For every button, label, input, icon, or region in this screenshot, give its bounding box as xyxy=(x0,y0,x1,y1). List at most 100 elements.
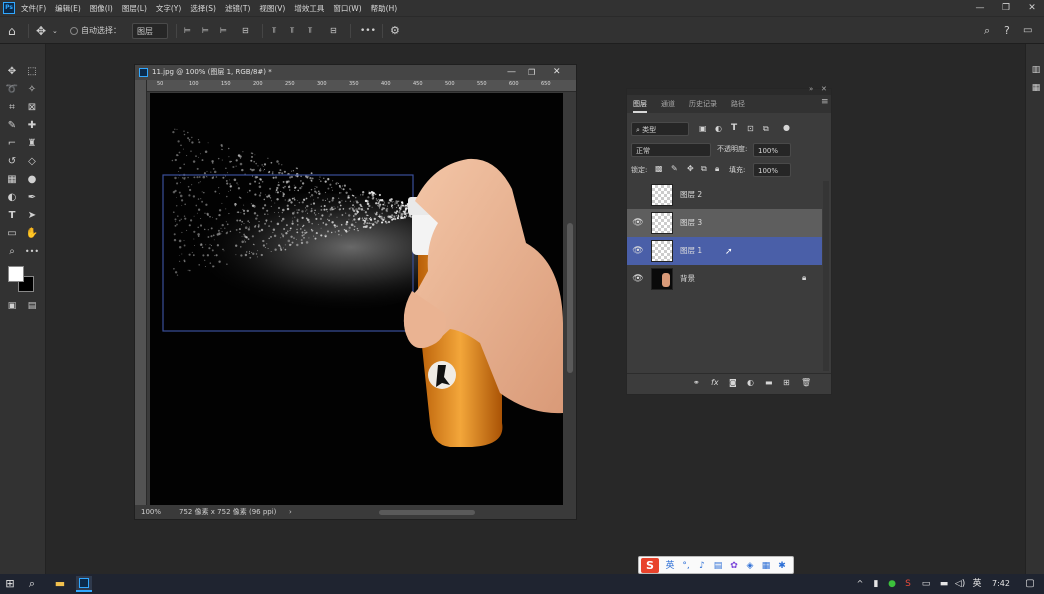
menu-select[interactable]: 选择(S) xyxy=(190,3,216,14)
fill-input[interactable]: 100% xyxy=(753,163,791,177)
panel-icon[interactable]: ▥ xyxy=(1028,62,1044,78)
menu-plugins[interactable]: 增效工具 xyxy=(294,3,324,14)
filter-adjust-icon[interactable]: ◐ xyxy=(715,124,722,133)
rectangle-tool-icon[interactable]: ▭ xyxy=(4,226,20,242)
punctuation-icon[interactable]: °, xyxy=(681,559,691,573)
frame-tool-icon[interactable]: ⊠ xyxy=(24,100,40,116)
doc-minimize-button[interactable]: — xyxy=(507,65,516,80)
visibility-toggle-off[interactable] xyxy=(632,189,644,201)
ime-logo-icon[interactable]: S xyxy=(641,558,659,573)
eye-icon[interactable]: 👁︎ xyxy=(632,245,644,257)
skin-icon[interactable]: ✿ xyxy=(729,559,739,573)
clock[interactable]: 7:42 xyxy=(988,576,1014,592)
ruler-vertical[interactable] xyxy=(135,80,147,505)
vertical-scrollbar[interactable] xyxy=(565,93,575,505)
layer-row[interactable]: 图层 2 xyxy=(627,181,822,209)
horizontal-scrollbar[interactable] xyxy=(379,510,475,515)
opacity-input[interactable]: 100% xyxy=(753,143,791,157)
menu-image[interactable]: 图像(I) xyxy=(90,3,113,14)
move-tool-icon[interactable]: ✥ xyxy=(36,23,46,39)
lock-transparent-icon[interactable]: ▩ xyxy=(655,164,663,173)
search-icon[interactable]: ⌕ xyxy=(24,576,40,592)
close-button[interactable]: ✕ xyxy=(1020,0,1044,16)
layer-row[interactable]: 👁︎ 背景 🔒︎ xyxy=(627,265,822,293)
tray-up-icon[interactable]: ^ xyxy=(854,576,866,592)
ruler-horizontal[interactable]: 50 100 150 200 250 300 350 400 450 500 550 600 650 xyxy=(147,80,576,92)
tab-channels[interactable]: 通道 xyxy=(661,95,675,113)
path-selection-icon[interactable]: ➤ xyxy=(24,208,40,224)
more-tools-icon[interactable]: ••• xyxy=(24,244,40,260)
zoom-level[interactable]: 100% xyxy=(141,506,161,519)
document-info[interactable]: 752 像素 x 752 像素 (96 ppi) xyxy=(179,506,276,519)
lock-artboard-icon[interactable]: ⧉ xyxy=(701,164,707,174)
auto-select-checkbox[interactable]: 自动选择： xyxy=(70,23,121,39)
lock-position-icon[interactable]: ✥ xyxy=(687,164,694,173)
restore-button[interactable]: ❐ xyxy=(994,0,1018,16)
collapse-icon[interactable]: » xyxy=(809,85,813,93)
marquee-tool-icon[interactable]: ⬚ xyxy=(24,64,40,80)
doc-close-button[interactable]: ✕ xyxy=(553,65,561,80)
magic-wand-icon[interactable]: ✧ xyxy=(24,82,40,98)
filter-smart-icon[interactable]: ⧉ xyxy=(763,124,769,134)
foreground-color-swatch-front[interactable] xyxy=(8,266,24,282)
align-bottom-icon[interactable]: ⫪ xyxy=(308,23,313,39)
keyboard-icon[interactable]: ▤ xyxy=(713,559,723,573)
blend-mode-select[interactable]: 正常 xyxy=(631,143,711,157)
group-icon[interactable]: ▬ xyxy=(765,378,773,387)
layer-row[interactable]: 👁︎ 图层 3 xyxy=(627,209,822,237)
distribute-v-icon[interactable]: ⊟ xyxy=(330,23,337,39)
filter-toggle-icon[interactable]: ● xyxy=(783,123,790,132)
network-icon[interactable]: ▭ xyxy=(920,576,932,592)
lasso-tool-icon[interactable]: ➰ xyxy=(4,82,20,98)
menu-edit[interactable]: 编辑(E) xyxy=(55,3,81,14)
scroll-thumb[interactable] xyxy=(567,223,573,373)
comments-icon[interactable]: ▦ xyxy=(1028,80,1044,96)
menu-layer[interactable]: 图层(L) xyxy=(122,3,147,14)
pen-tool-icon[interactable]: ✒ xyxy=(24,190,40,206)
auto-select-target-select[interactable]: 图层 xyxy=(132,23,168,39)
windows-start-icon[interactable]: ⊞ xyxy=(2,576,18,592)
trash-icon[interactable]: 🗑︎ xyxy=(801,378,811,387)
volume-icon[interactable]: ◁) xyxy=(954,576,966,592)
gear-icon[interactable]: ⚙ xyxy=(390,23,400,39)
menu-window[interactable]: 窗口(W) xyxy=(333,3,361,14)
align-middle-icon[interactable]: ⫪ xyxy=(290,23,295,39)
battery-icon[interactable]: ▬ xyxy=(938,576,950,592)
brush-tool-icon[interactable]: ⌐ xyxy=(4,136,20,152)
sogou-tray-icon[interactable]: S xyxy=(902,576,914,592)
layer-name[interactable]: 图层 3 xyxy=(680,209,702,237)
tab-history[interactable]: 历史记录 xyxy=(689,95,717,113)
file-explorer-icon[interactable]: ▬ xyxy=(52,576,68,592)
photoshop-taskbar-icon[interactable] xyxy=(76,576,92,592)
mask-icon[interactable]: ◙ xyxy=(729,378,737,387)
lock-all-icon[interactable]: 🔒︎ xyxy=(715,164,719,174)
filter-shape-icon[interactable]: ⊡ xyxy=(747,124,754,133)
wechat-icon[interactable]: ● xyxy=(886,576,898,592)
hand-tool-icon[interactable]: ✋ xyxy=(24,226,40,242)
chevron-right-icon[interactable]: › xyxy=(289,506,292,519)
menu-view[interactable]: 视图(V) xyxy=(259,3,285,14)
quick-mask-icon[interactable]: ▣ xyxy=(4,298,20,314)
healing-brush-icon[interactable]: ✚ xyxy=(24,118,40,134)
layers-scrollbar[interactable] xyxy=(823,181,829,371)
notification-icon[interactable]: ▢ xyxy=(1022,576,1038,592)
menu-file[interactable]: 文件(F) xyxy=(21,3,46,14)
canvas[interactable] xyxy=(150,93,563,505)
tab-layers[interactable]: 图层 xyxy=(633,95,647,113)
screen-mode-icon[interactable]: ▤ xyxy=(24,298,40,314)
align-center-h-icon[interactable]: ⊨ xyxy=(202,23,209,39)
document-tab[interactable]: 11.jpg @ 100% (图层 1, RGB/8#) * — ❐ ✕ xyxy=(135,65,576,80)
chevron-down-icon[interactable]: ⌄ xyxy=(52,23,58,39)
eraser-icon[interactable]: ◇ xyxy=(24,154,40,170)
zoom-tool-icon[interactable]: ⌕ xyxy=(4,244,20,260)
layer-name[interactable]: 背景 xyxy=(680,265,695,293)
layer-name[interactable]: 图层 2 xyxy=(680,181,702,209)
search-icon[interactable]: ⌕ xyxy=(984,23,990,39)
eyedropper-icon[interactable]: ✎ xyxy=(4,118,20,134)
align-left-icon[interactable]: ⊨ xyxy=(184,23,191,39)
home-icon[interactable]: ⌂ xyxy=(8,23,16,39)
mic-tray-icon[interactable]: ▮ xyxy=(870,576,882,592)
history-brush-icon[interactable]: ↺ xyxy=(4,154,20,170)
fx-icon[interactable]: fx xyxy=(711,378,719,387)
panel-close-icon[interactable]: ✕ xyxy=(821,85,827,93)
